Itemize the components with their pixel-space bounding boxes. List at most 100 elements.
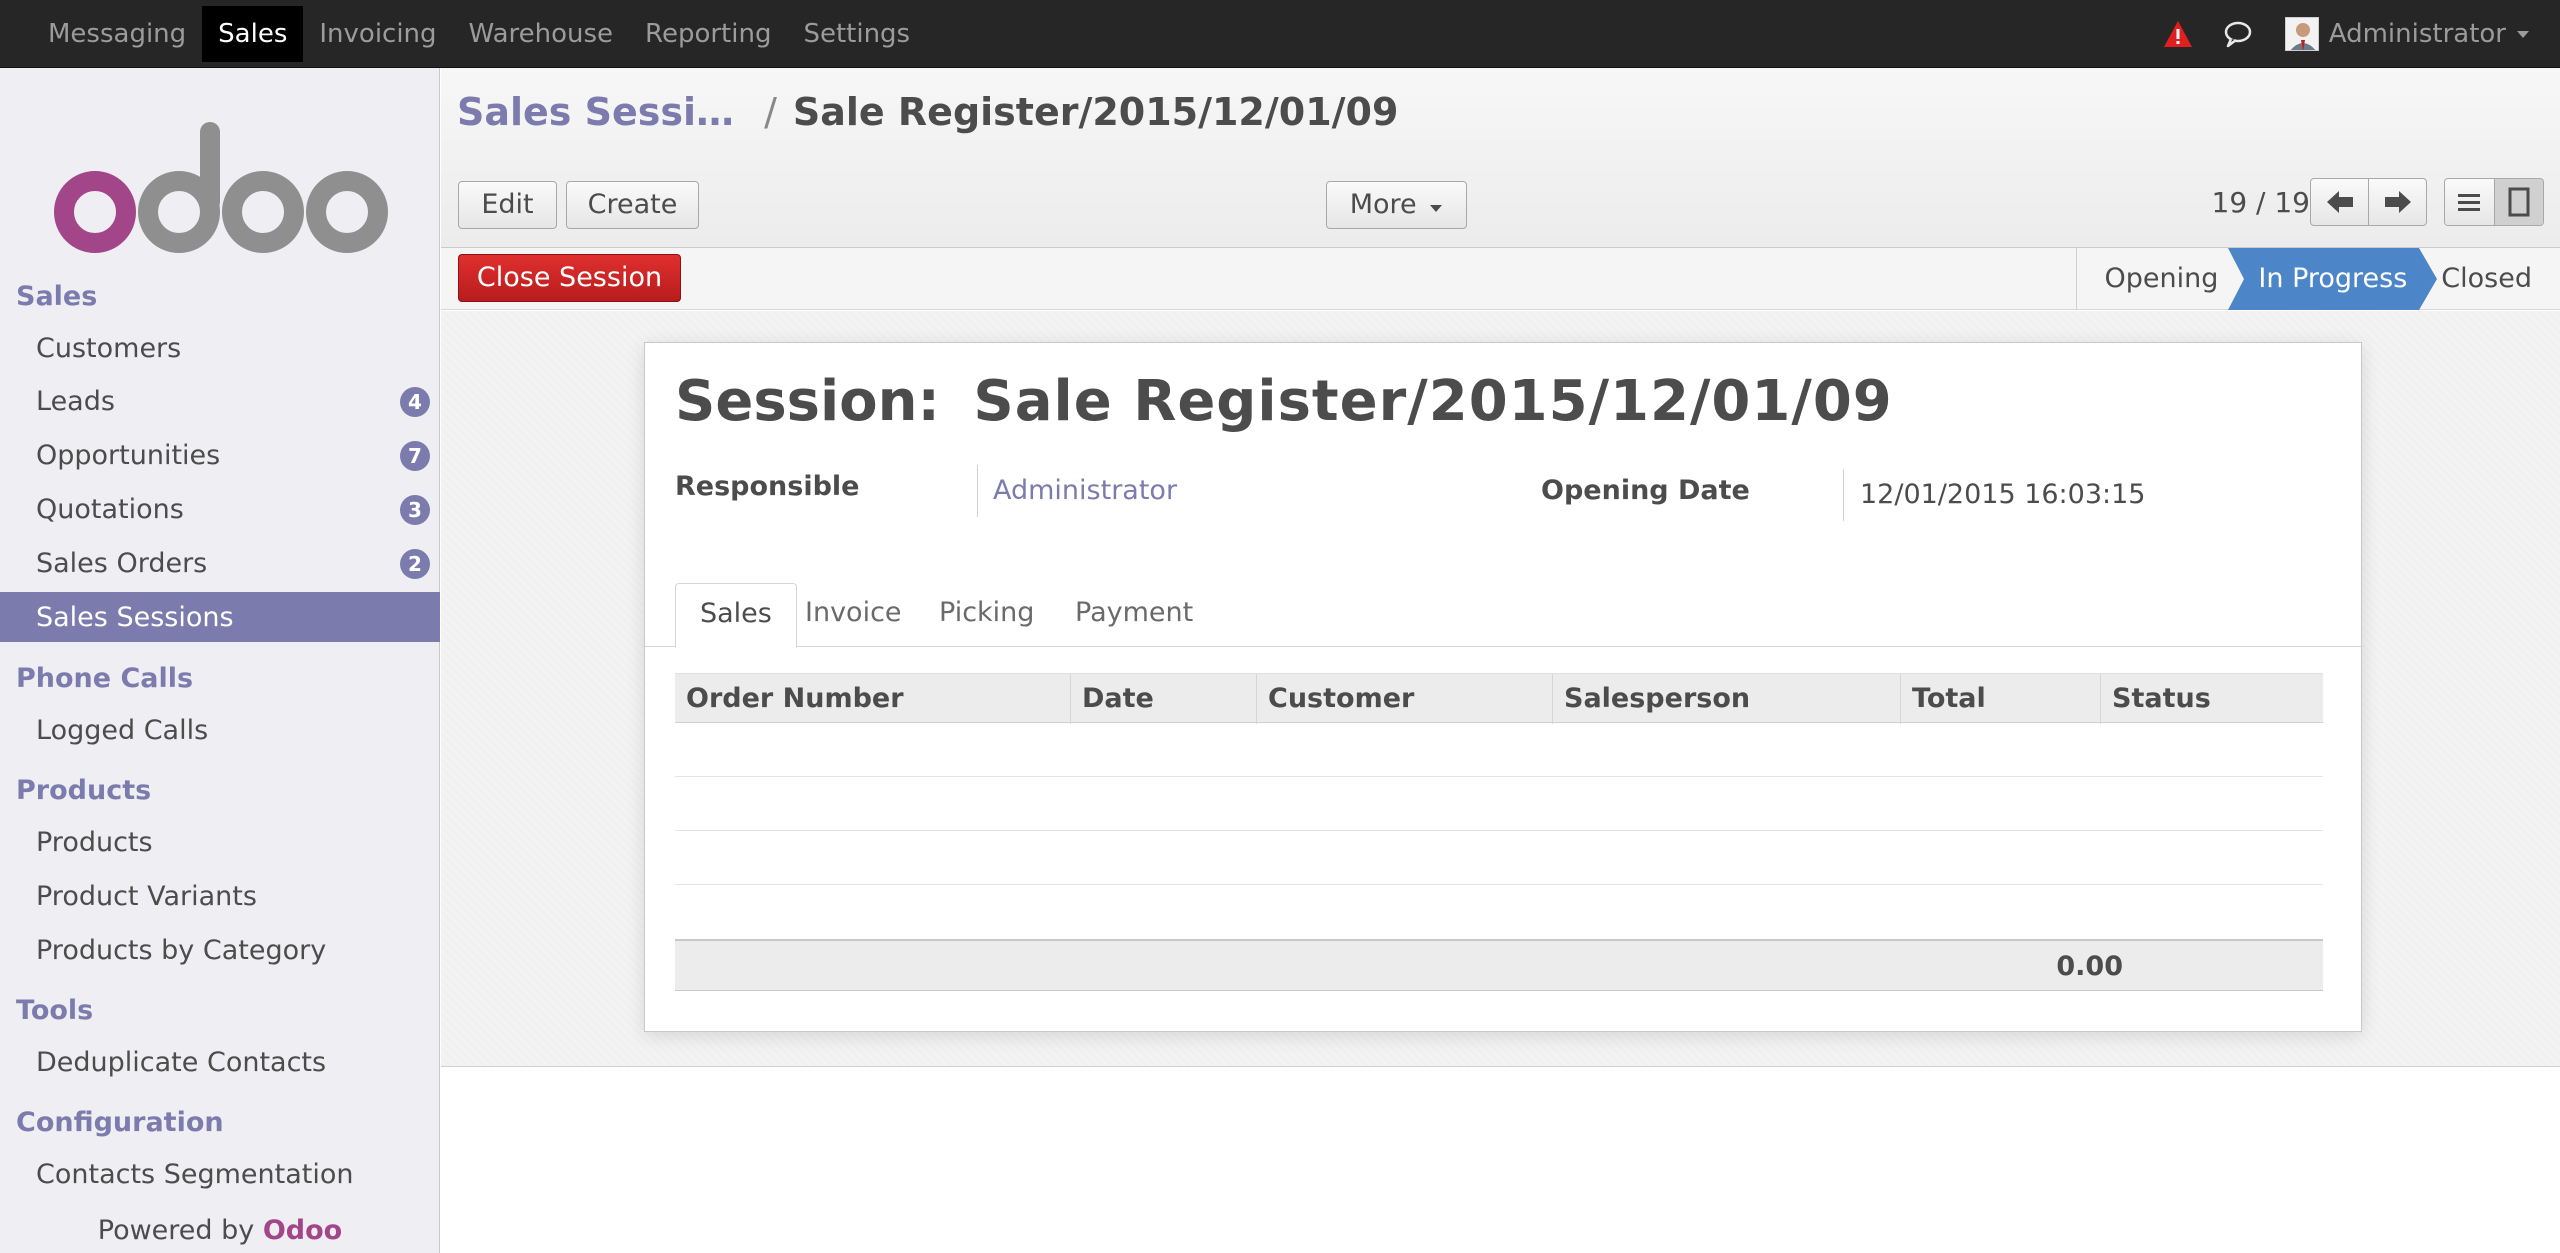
orders-table: Order Number Date Customer Salesperson T…	[675, 673, 2323, 991]
tab-sales[interactable]: Sales	[675, 583, 797, 648]
table-row[interactable]	[675, 723, 2323, 777]
close-session-button[interactable]: Close Session	[458, 254, 681, 302]
top-navbar: Messaging Sales Invoicing Warehouse Repo…	[0, 0, 2560, 68]
breadcrumb-current: Sale Register/2015/12/01/09	[792, 90, 1399, 134]
odoo-logo[interactable]	[50, 110, 390, 260]
sidebar-item-deduplicate-contacts[interactable]: Deduplicate Contacts	[0, 1037, 440, 1089]
sidebar-item-label: Contacts Segmentation	[36, 1159, 354, 1190]
tab-invoice[interactable]: Invoice	[781, 583, 926, 647]
menu-invoicing[interactable]: Invoicing	[303, 6, 452, 62]
next-button[interactable]	[2369, 179, 2426, 225]
view-switcher	[2444, 178, 2544, 226]
stage-opening[interactable]: Opening	[2077, 248, 2247, 310]
sidebar-item-label: Leads	[36, 386, 115, 417]
form-view-button[interactable]	[2493, 179, 2543, 225]
sidebar-item-contacts-segmentation[interactable]: Contacts Segmentation	[0, 1149, 440, 1201]
breadcrumb-parent-link[interactable]: Sales Sessi…	[457, 90, 734, 134]
sidebar-item-opportunities[interactable]: Opportunities 7	[0, 430, 440, 482]
powered-by-brand-link[interactable]: Odoo	[263, 1215, 342, 1246]
edit-button[interactable]: Edit	[458, 181, 557, 229]
stage-in-progress[interactable]: In Progress	[2246, 248, 2420, 310]
column-status[interactable]: Status	[2101, 674, 2323, 724]
total-sum: 0.00	[2056, 951, 2123, 982]
sidebar-item-logged-calls[interactable]: Logged Calls	[0, 705, 440, 757]
breadcrumb: Sales Sessi… / Sale Register/2015/12/01/…	[457, 90, 1398, 134]
create-button[interactable]: Create	[566, 181, 699, 229]
field-divider	[1843, 469, 1844, 521]
section-phone-calls: Phone Calls	[16, 663, 194, 694]
sidebar-item-label: Product Variants	[36, 881, 257, 912]
stage-arrow-right	[2419, 248, 2438, 310]
table-header: Order Number Date Customer Salesperson T…	[675, 673, 2323, 724]
title-value: Sale Register/2015/12/01/09	[973, 369, 1893, 434]
sidebar-item-label: Customers	[36, 333, 182, 364]
column-customer[interactable]: Customer	[1257, 674, 1553, 724]
sidebar: Sales Customers Leads 4 Opportunities 7 Qu…	[0, 68, 440, 1253]
notebook-tabs: Sales Invoice Picking Payment	[645, 583, 2363, 648]
sidebar-item-label: Opportunities	[36, 440, 221, 471]
menu-settings[interactable]: Settings	[787, 6, 926, 62]
table-footer: 0.00	[675, 939, 2323, 991]
tab-picking[interactable]: Picking	[915, 583, 1058, 647]
table-row[interactable]	[675, 831, 2323, 885]
form-icon	[2508, 187, 2530, 217]
sidebar-item-label: Logged Calls	[36, 715, 209, 746]
warning-icon[interactable]	[2163, 19, 2193, 49]
sidebar-item-leads[interactable]: Leads 4	[0, 376, 440, 428]
sidebar-item-customers[interactable]: Customers	[0, 323, 440, 375]
main-menu: Messaging Sales Invoicing Warehouse Repo…	[32, 0, 926, 68]
sidebar-item-products-by-category[interactable]: Products by Category	[0, 925, 440, 977]
count-badge: 2	[400, 549, 430, 579]
count-badge: 3	[400, 495, 430, 525]
status-bar: Close Session Opening In Progress Closed	[441, 248, 2560, 310]
column-date[interactable]: Date	[1071, 674, 1257, 724]
count-badge: 4	[400, 387, 430, 417]
previous-button[interactable]	[2311, 179, 2369, 225]
more-button[interactable]: More	[1326, 181, 1467, 229]
column-order-number[interactable]: Order Number	[675, 674, 1071, 724]
sidebar-item-label: Sales Orders	[36, 548, 208, 579]
sidebar-item-label: Products by Category	[36, 935, 327, 966]
user-name[interactable]: Administrator	[2329, 19, 2506, 49]
list-icon	[2458, 194, 2481, 211]
sidebar-item-sales-sessions[interactable]: Sales Sessions	[0, 592, 440, 642]
stage-selector: Opening In Progress Closed	[2075, 248, 2560, 310]
sidebar-item-quotations[interactable]: Quotations 3	[0, 484, 440, 536]
form-area: Session: Sale Register/2015/12/01/09 Res…	[441, 311, 2560, 1067]
sidebar-item-product-variants[interactable]: Product Variants	[0, 871, 440, 923]
sidebar-item-sales-orders[interactable]: Sales Orders 2	[0, 538, 440, 590]
powered-by: Powered by Odoo	[0, 1215, 440, 1246]
stage-closed[interactable]: Closed	[2439, 248, 2560, 310]
arrow-right-icon	[2384, 191, 2411, 213]
user-avatar[interactable]	[2284, 17, 2319, 51]
user-area: Administrator	[2163, 0, 2530, 68]
title-label: Session:	[675, 369, 940, 434]
table-row[interactable]	[675, 885, 2323, 939]
form-sheet: Session: Sale Register/2015/12/01/09 Res…	[644, 342, 2363, 1032]
sidebar-item-label: Products	[36, 827, 153, 858]
stage-arrow-left	[2228, 248, 2247, 310]
menu-reporting[interactable]: Reporting	[629, 6, 787, 62]
sidebar-item-products[interactable]: Products	[0, 817, 440, 869]
menu-messaging[interactable]: Messaging	[32, 6, 202, 62]
responsible-label: Responsible	[675, 471, 860, 502]
chat-icon[interactable]	[2223, 20, 2253, 48]
pager-value[interactable]: 19 / 19	[2212, 186, 2311, 219]
section-sales: Sales	[16, 281, 98, 312]
powered-by-text: Powered by	[97, 1215, 255, 1246]
column-total[interactable]: Total	[1901, 674, 2101, 724]
sidebar-item-label: Quotations	[36, 494, 184, 525]
control-panel: Sales Sessi… / Sale Register/2015/12/01/…	[441, 68, 2560, 248]
responsible-link[interactable]: Administrator	[993, 475, 1177, 506]
list-view-button[interactable]	[2445, 179, 2494, 225]
opening-date-label: Opening Date	[1541, 475, 1750, 506]
menu-warehouse[interactable]: Warehouse	[453, 6, 630, 62]
column-salesperson[interactable]: Salesperson	[1553, 674, 1901, 724]
table-row[interactable]	[675, 777, 2323, 831]
pager-buttons	[2310, 178, 2427, 226]
menu-sales[interactable]: Sales	[202, 6, 304, 62]
section-products: Products	[16, 775, 152, 806]
tab-payment[interactable]: Payment	[1051, 583, 1217, 647]
sidebar-item-label: Deduplicate Contacts	[36, 1047, 327, 1078]
caret-down-icon[interactable]	[2516, 29, 2530, 39]
